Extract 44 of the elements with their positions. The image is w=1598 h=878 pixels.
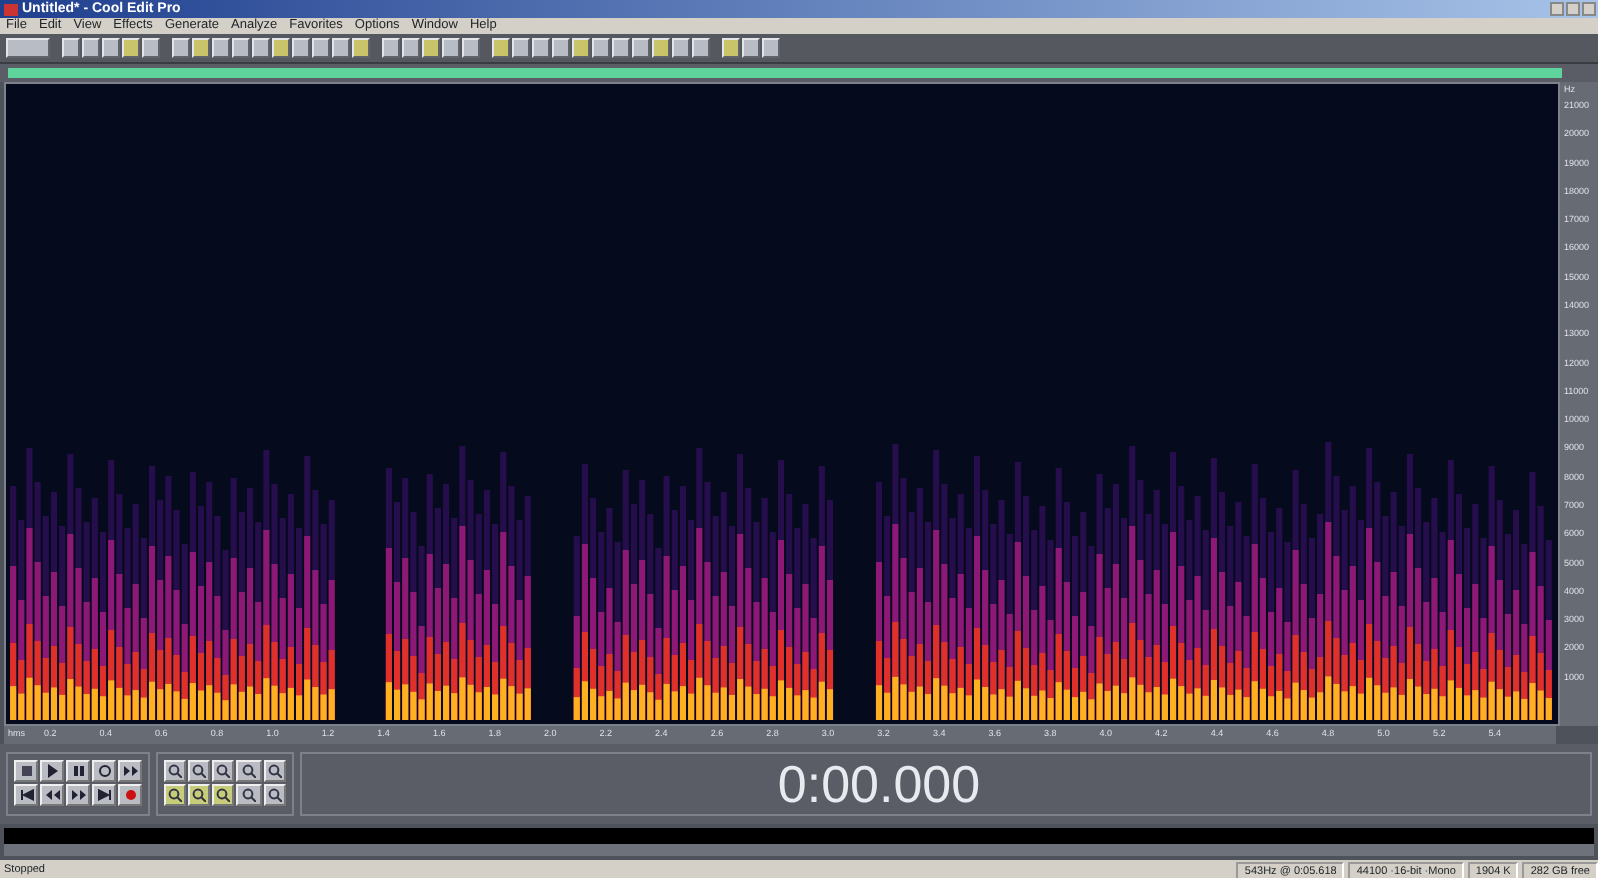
zoom-button[interactable] [212, 760, 234, 782]
magnifier-icon [168, 788, 182, 802]
record-icon [123, 788, 137, 802]
magnifier-icon [268, 764, 282, 778]
magnifier-icon [242, 788, 256, 802]
magnifier-icon [268, 788, 282, 802]
magnifier-icon [242, 764, 256, 778]
zoom-button[interactable] [264, 760, 286, 782]
play-button[interactable] [40, 760, 64, 782]
zoom-button[interactable] [188, 784, 210, 806]
magnifier-icon [216, 764, 230, 778]
record-button[interactable] [118, 784, 142, 806]
magnifier-icon [192, 788, 206, 802]
zoom-button[interactable] [236, 784, 262, 806]
go-end-icon [97, 788, 111, 802]
go-end-button[interactable] [92, 784, 116, 806]
loop-icon [97, 764, 111, 778]
app-icon [4, 3, 18, 15]
stop-button[interactable] [14, 760, 38, 782]
magnifier-icon [168, 764, 182, 778]
rewind-icon [45, 788, 59, 802]
zoom-scrollbar[interactable] [4, 828, 1594, 856]
skip-icon [123, 764, 137, 778]
pause-icon [71, 764, 85, 778]
fast-forward-icon [71, 788, 85, 802]
stop-icon [19, 764, 33, 778]
go-start-icon [19, 788, 33, 802]
time-display: 0:00.000 [777, 751, 981, 817]
pause-button[interactable] [66, 760, 90, 782]
zoom-button[interactable] [212, 784, 234, 806]
fast-forward-button[interactable] [66, 784, 90, 806]
zoom-button[interactable] [264, 784, 286, 806]
zoom-button[interactable] [188, 760, 210, 782]
zoom-button[interactable] [236, 760, 262, 782]
zoom-button[interactable] [164, 760, 186, 782]
play-icon [45, 764, 59, 778]
zoom-button[interactable] [164, 784, 186, 806]
loop-button[interactable] [92, 760, 116, 782]
magnifier-icon [192, 764, 206, 778]
rewind-button[interactable] [40, 784, 64, 806]
magnifier-icon [216, 788, 230, 802]
skip-button[interactable] [118, 760, 142, 782]
toolbar-button[interactable] [6, 38, 50, 58]
go-start-button[interactable] [14, 784, 38, 806]
